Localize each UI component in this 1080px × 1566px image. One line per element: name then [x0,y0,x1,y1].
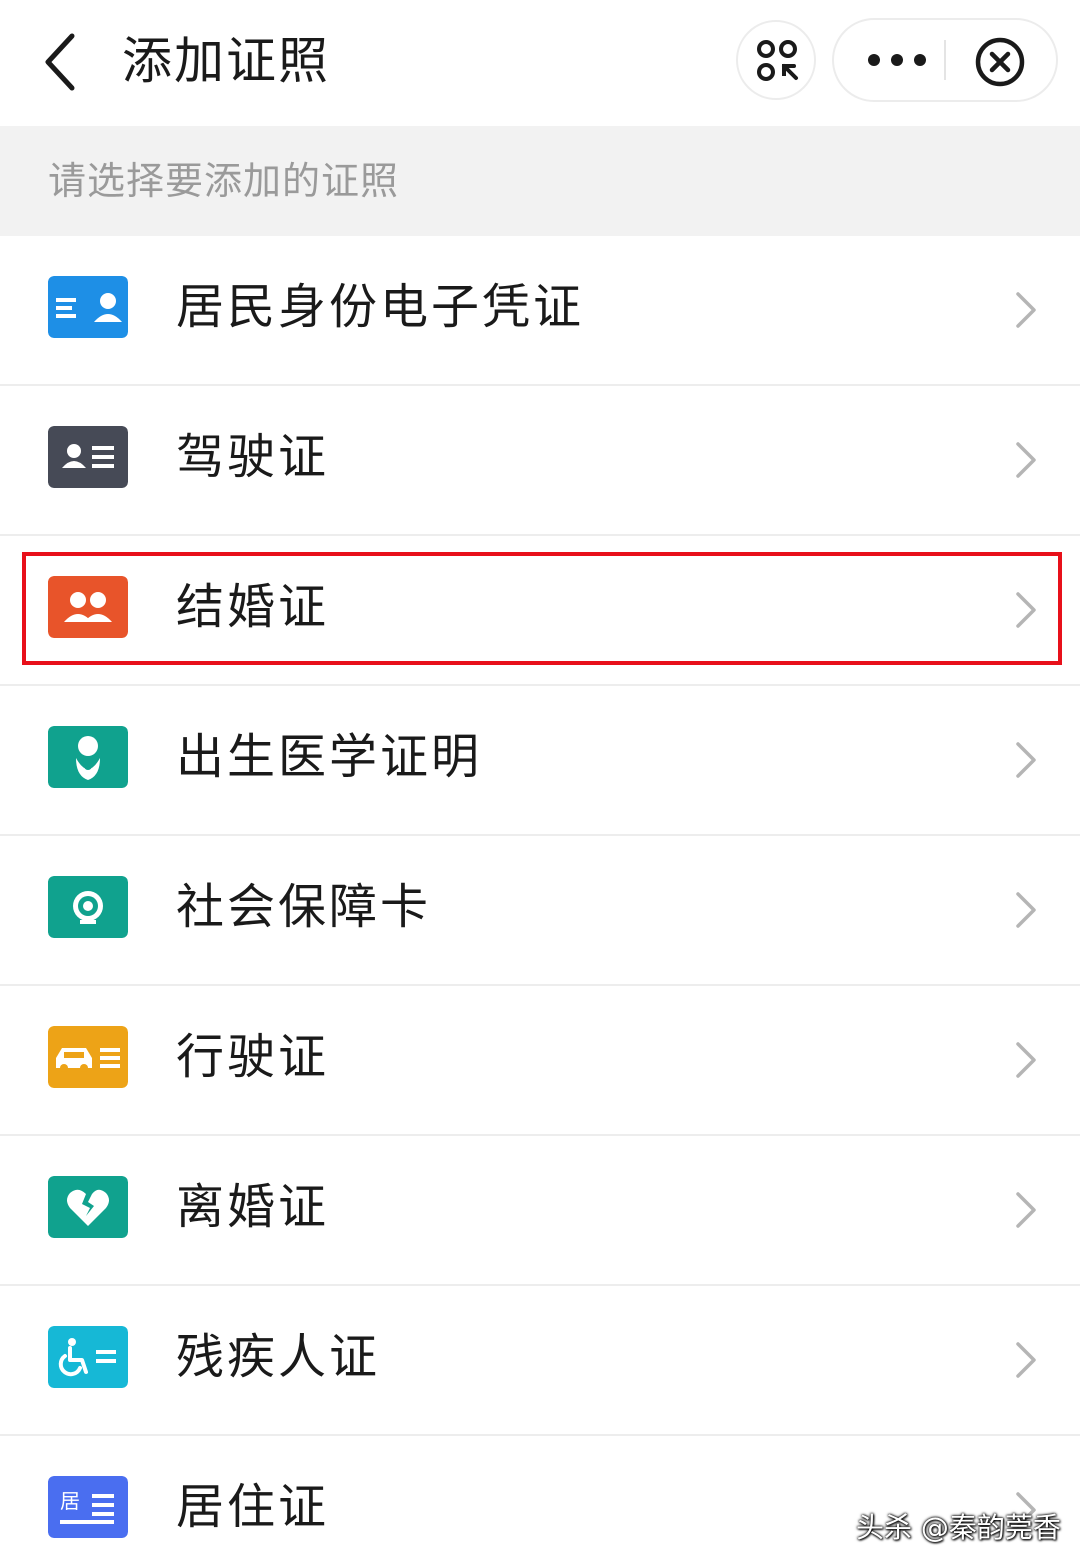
item-label: 残疾人证 [176,1329,381,1385]
list-item-vehicle-license[interactable]: 行驶证 [0,986,1080,1136]
watermark: 头杀 @秦韵莞香 [856,1511,1061,1544]
residence-icon-glyph: 居 [60,1489,80,1513]
certificate-list: 居民身份电子凭证 驾驶证 结婚证 出生医学证明 社会保障卡 行驶证 离婚证 残疾… [0,236,1080,1566]
list-item-resident-id[interactable]: 居民身份电子凭证 [0,236,1080,386]
list-item-social-security-card[interactable]: 社会保障卡 [0,836,1080,986]
driver-license-icon [48,426,128,488]
chevron-right-icon [1016,1342,1036,1378]
capsule-divider [944,40,946,80]
chevron-right-icon [1016,1192,1036,1228]
item-label: 出生医学证明 [176,729,483,785]
page: 添加证照 请选择要添加的证照 居民身份电子凭证 驾驶证 结婚证 出生医学证明 社… [0,0,1080,1566]
chevron-right-icon [1016,292,1036,328]
chevron-right-icon [1016,592,1036,628]
section-header: 请选择要添加的证照 [0,126,1080,236]
item-label: 居民身份电子凭证 [176,279,585,335]
close-circle-icon [975,37,1025,87]
list-item-marriage-certificate[interactable]: 结婚证 [0,536,1080,686]
baby-icon [48,726,128,788]
chevron-right-icon [1016,892,1036,928]
nav-bar: 添加证照 [0,0,1080,126]
id-card-icon [48,276,128,338]
switch-button[interactable] [736,20,816,100]
social-security-icon [48,876,128,938]
list-item-divorce-certificate[interactable]: 离婚证 [0,1136,1080,1286]
item-label: 行驶证 [176,1029,330,1085]
section-header-text: 请选择要添加的证照 [48,159,400,203]
chevron-right-icon [1016,742,1036,778]
wheelchair-icon [48,1326,128,1388]
item-label: 社会保障卡 [176,879,432,935]
back-button[interactable] [30,22,100,102]
item-label: 结婚证 [176,579,330,635]
capsule-menu [832,18,1058,102]
item-label: 离婚证 [176,1179,330,1235]
residence-permit-icon: 居 [48,1476,128,1538]
list-item-disability-certificate[interactable]: 残疾人证 [0,1286,1080,1436]
more-dots-icon [868,54,926,66]
mini-program-switch-icon [757,40,798,81]
broken-heart-icon [48,1176,128,1238]
car-icon [48,1026,128,1088]
couple-icon [48,576,128,638]
more-button[interactable] [852,30,942,90]
item-label: 驾驶证 [176,429,330,485]
list-item-driver-license[interactable]: 驾驶证 [0,386,1080,536]
list-item-birth-certificate[interactable]: 出生医学证明 [0,686,1080,836]
item-label: 居住证 [176,1479,330,1535]
chevron-right-icon [1016,1042,1036,1078]
close-button[interactable] [970,32,1030,92]
chevron-right-icon [1016,442,1036,478]
page-title: 添加证照 [122,32,330,90]
chevron-left-icon [45,33,75,91]
